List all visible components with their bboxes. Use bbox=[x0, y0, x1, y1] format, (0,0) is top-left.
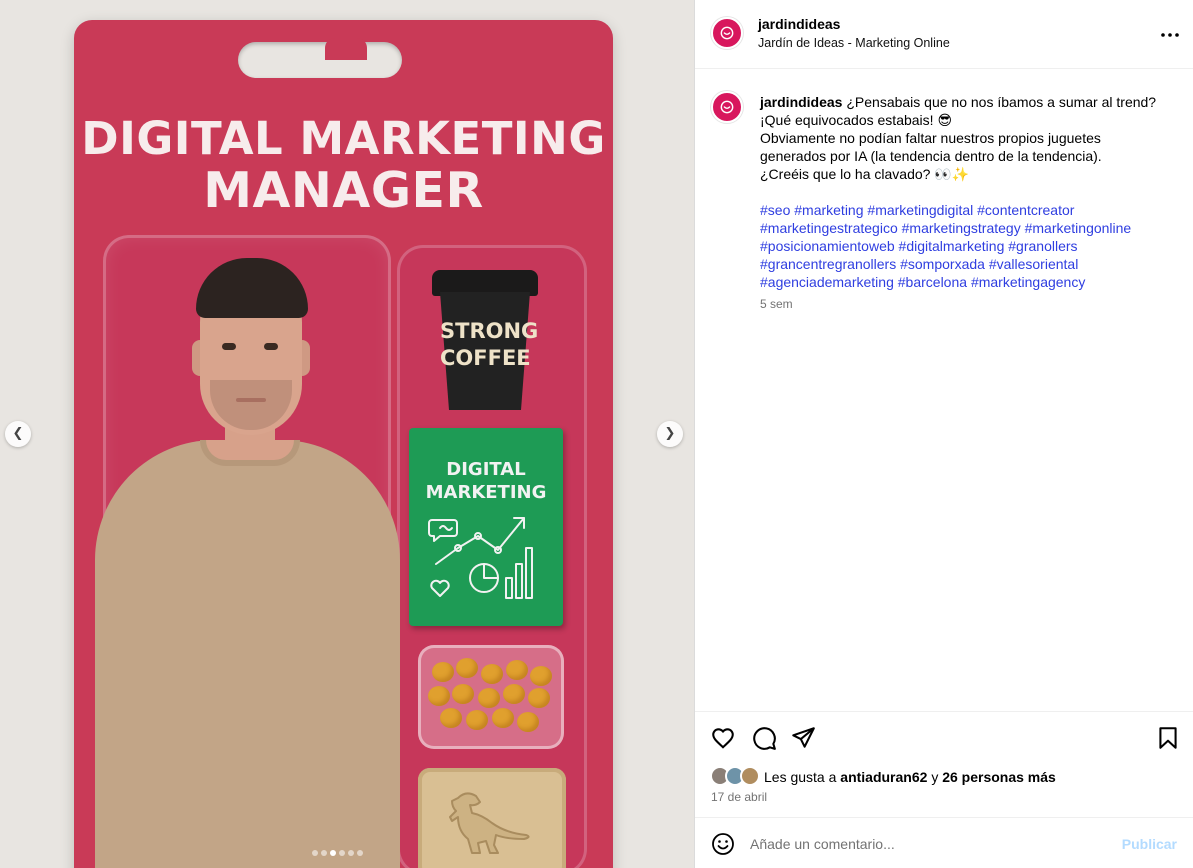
hashtag-link[interactable]: #seo bbox=[760, 202, 790, 218]
snack-item bbox=[440, 708, 462, 728]
more-options-button[interactable] bbox=[1161, 28, 1179, 38]
card-title-line-1: DIGITAL MARKETING bbox=[81, 112, 606, 165]
card-title-line-2: MANAGER bbox=[203, 162, 484, 219]
hashtag-link[interactable]: #marketing bbox=[794, 202, 863, 218]
brand-logo-icon bbox=[720, 26, 734, 40]
hashtag-link[interactable]: #marketingonline bbox=[1025, 220, 1132, 236]
snack-item bbox=[481, 664, 503, 684]
hashtag-link[interactable]: #grancentregranollers bbox=[760, 256, 896, 272]
carousel-dot bbox=[357, 850, 363, 856]
likes-prefix: Les gusta a bbox=[764, 769, 837, 785]
comment-divider bbox=[695, 817, 1193, 818]
blister-hang-tab bbox=[325, 38, 367, 60]
save-button[interactable] bbox=[1155, 725, 1181, 756]
snack-item bbox=[528, 688, 550, 708]
post-caption: jardindideas ¿Pensabais que no nos íbamo… bbox=[760, 93, 1170, 183]
snack-item bbox=[452, 684, 474, 704]
actions-divider bbox=[695, 711, 1193, 712]
comment-input[interactable] bbox=[750, 832, 1110, 856]
heart-icon bbox=[712, 728, 734, 749]
header-divider bbox=[695, 68, 1193, 69]
liked-by-avatars[interactable] bbox=[710, 766, 762, 786]
caption-line-2: ¡Qué equivocados estabais! 😎 bbox=[760, 112, 953, 128]
more-horizontal-icon bbox=[1161, 33, 1179, 37]
liked-by-user-link[interactable]: antiaduran62 bbox=[840, 769, 927, 785]
chevron-left-icon: ❮ bbox=[12, 426, 24, 441]
bookmark-icon bbox=[1159, 727, 1177, 749]
coffee-cup-label: STRONG COFFEE bbox=[440, 318, 539, 372]
post-media: DIGITAL MARKETING MANAGER STRONG COFFEE … bbox=[0, 0, 694, 868]
snack-item bbox=[503, 684, 525, 704]
emoji-picker-button[interactable] bbox=[711, 832, 735, 861]
likes-connector: y bbox=[931, 769, 939, 785]
figure-mouth bbox=[236, 398, 266, 402]
caption-line-1: ¿Pensabais que no nos íbamos a sumar al … bbox=[846, 94, 1157, 110]
hashtag-link[interactable]: #somporxada bbox=[900, 256, 985, 272]
blister-hang-hole bbox=[238, 42, 402, 78]
caption-line-4: ¿Creéis que lo ha clavado? 👀✨ bbox=[760, 166, 970, 182]
post-date[interactable]: 17 de abril bbox=[711, 790, 767, 804]
figure-eye-right bbox=[264, 343, 278, 350]
brand-logo-icon bbox=[720, 100, 734, 114]
post-side-panel: jardindideas Jardín de Ideas - Marketing… bbox=[694, 0, 1193, 868]
carousel-next-button[interactable]: ❯ bbox=[657, 421, 683, 447]
caption-hashtags: #seo #marketing #marketingdigital #conte… bbox=[760, 201, 1170, 291]
hashtag-link[interactable]: #contentcreator bbox=[977, 202, 1074, 218]
coffee-cup-label-line-1: STRONG bbox=[440, 319, 539, 343]
chevron-right-icon: ❯ bbox=[664, 426, 676, 441]
hashtag-link[interactable]: #posicionamientoweb bbox=[760, 238, 895, 254]
snack-item bbox=[517, 712, 539, 732]
carousel-indicator bbox=[312, 850, 363, 856]
hashtag-link[interactable]: #digitalmarketing bbox=[899, 238, 1005, 254]
figure-eye-left bbox=[222, 343, 236, 350]
carousel-dot bbox=[330, 850, 336, 856]
hashtag-link[interactable]: #marketingstrategy bbox=[902, 220, 1021, 236]
carousel-dot bbox=[321, 850, 327, 856]
snack-item bbox=[478, 688, 500, 708]
caption-username[interactable]: jardindideas bbox=[760, 94, 842, 110]
carousel-dot bbox=[348, 850, 354, 856]
hashtag-link[interactable]: #marketingdigital bbox=[867, 202, 973, 218]
figure-sweater bbox=[95, 440, 400, 868]
author-username[interactable]: jardindideas bbox=[758, 16, 840, 32]
snack-item bbox=[456, 658, 478, 678]
figure-collar bbox=[200, 440, 300, 466]
coffee-cup-label-line-2: COFFEE bbox=[440, 346, 531, 370]
share-button[interactable] bbox=[790, 725, 816, 756]
carousel-dot bbox=[312, 850, 318, 856]
hashtag-link[interactable]: #marketingestrategico bbox=[760, 220, 898, 236]
snack-item bbox=[432, 662, 454, 682]
marketing-book-title-line-1: DIGITAL bbox=[446, 459, 526, 480]
author-avatar[interactable] bbox=[711, 17, 743, 49]
snack-item bbox=[428, 686, 450, 706]
hashtag-link[interactable]: #vallesoriental bbox=[989, 256, 1079, 272]
hashtag-link[interactable]: #barcelona bbox=[898, 274, 967, 290]
hashtag-link[interactable]: #agenciademarketing bbox=[760, 274, 894, 290]
like-button[interactable] bbox=[710, 725, 736, 756]
book-growth-chart-icon bbox=[428, 517, 533, 599]
carousel-dot bbox=[339, 850, 345, 856]
snack-item bbox=[530, 666, 552, 686]
comment-button[interactable] bbox=[751, 725, 777, 756]
likes-summary: Les gusta a antiaduran62 y 26 personas m… bbox=[764, 769, 1056, 785]
caption-timestamp[interactable]: 5 sem bbox=[760, 297, 793, 311]
author-subtitle[interactable]: Jardín de Ideas - Marketing Online bbox=[758, 36, 950, 50]
comment-icon bbox=[753, 727, 776, 750]
publish-button[interactable]: Publicar bbox=[1122, 836, 1177, 852]
hashtag-link[interactable]: #marketingagency bbox=[971, 274, 1085, 290]
likes-others-link[interactable]: 26 personas más bbox=[942, 769, 1056, 785]
caption-author-avatar[interactable] bbox=[711, 91, 743, 123]
snack-item bbox=[506, 660, 528, 680]
avatar bbox=[740, 766, 760, 786]
snack-item bbox=[492, 708, 514, 728]
carousel-prev-button[interactable]: ❮ bbox=[5, 421, 31, 447]
marketing-book-title: DIGITAL MARKETING bbox=[409, 458, 563, 504]
marketing-book-title-line-2: MARKETING bbox=[425, 482, 547, 503]
dinosaur-icon bbox=[449, 792, 530, 854]
caption-line-3: Obviamente no podían faltar nuestros pro… bbox=[760, 130, 1102, 164]
smiley-icon bbox=[712, 833, 734, 855]
send-icon bbox=[792, 727, 815, 748]
hashtag-link[interactable]: #granollers bbox=[1008, 238, 1077, 254]
snack-item bbox=[466, 710, 488, 730]
